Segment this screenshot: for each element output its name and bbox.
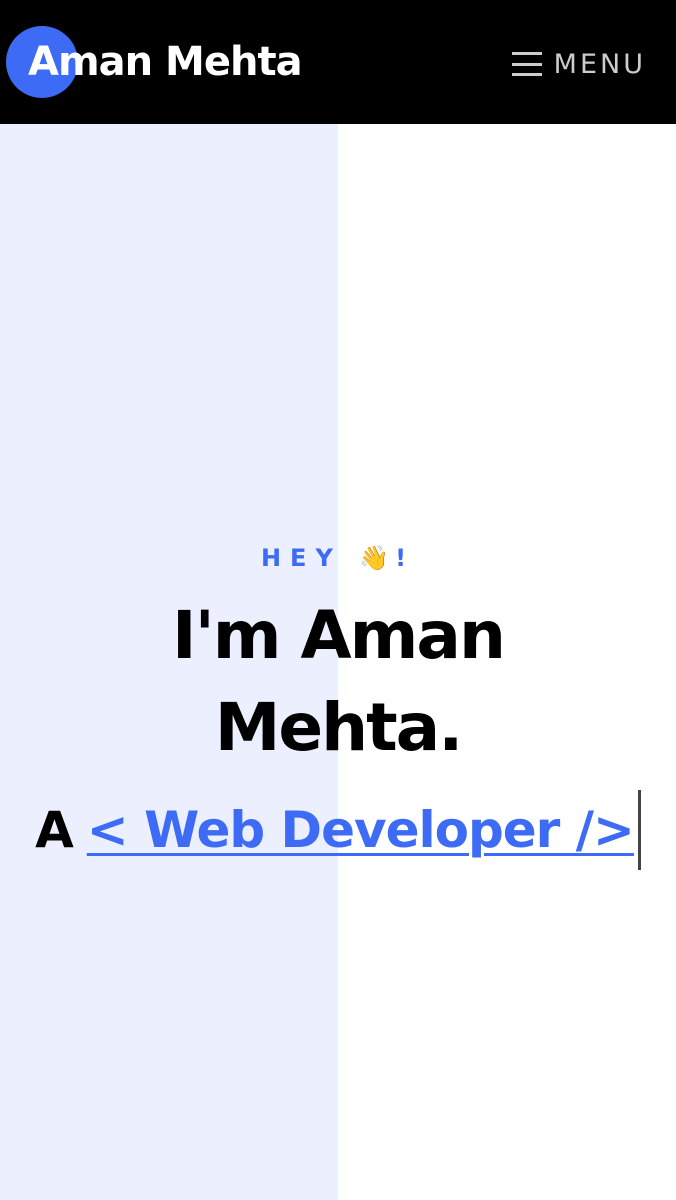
hero-name-line2: Mehta. — [214, 689, 464, 766]
hamburger-icon — [511, 52, 542, 76]
logo-link[interactable]: Aman Mehta — [6, 26, 303, 98]
hero-section: HEY 👋! I'm Aman Mehta. A < Web Developer… — [0, 536, 676, 870]
typing-cursor — [637, 790, 641, 870]
hero-name: I'm Aman Mehta. — [0, 590, 676, 774]
greeting-punct: ! — [395, 544, 416, 572]
menu-button[interactable]: MENU — [511, 46, 646, 82]
hero-role: A < Web Developer /> — [35, 790, 641, 870]
role-prefix: A — [35, 801, 74, 859]
menu-label: MENU — [553, 48, 646, 80]
greeting-text: HEY — [260, 544, 342, 572]
role-link[interactable]: < Web Developer /> — [87, 801, 635, 859]
greeting: HEY 👋! — [0, 536, 676, 580]
logo-text: Aman Mehta — [28, 39, 303, 85]
waving-hand-icon: 👋 — [359, 544, 390, 572]
site-header: Aman Mehta MENU — [0, 0, 676, 124]
hero-name-line1: I'm Aman — [172, 597, 506, 674]
